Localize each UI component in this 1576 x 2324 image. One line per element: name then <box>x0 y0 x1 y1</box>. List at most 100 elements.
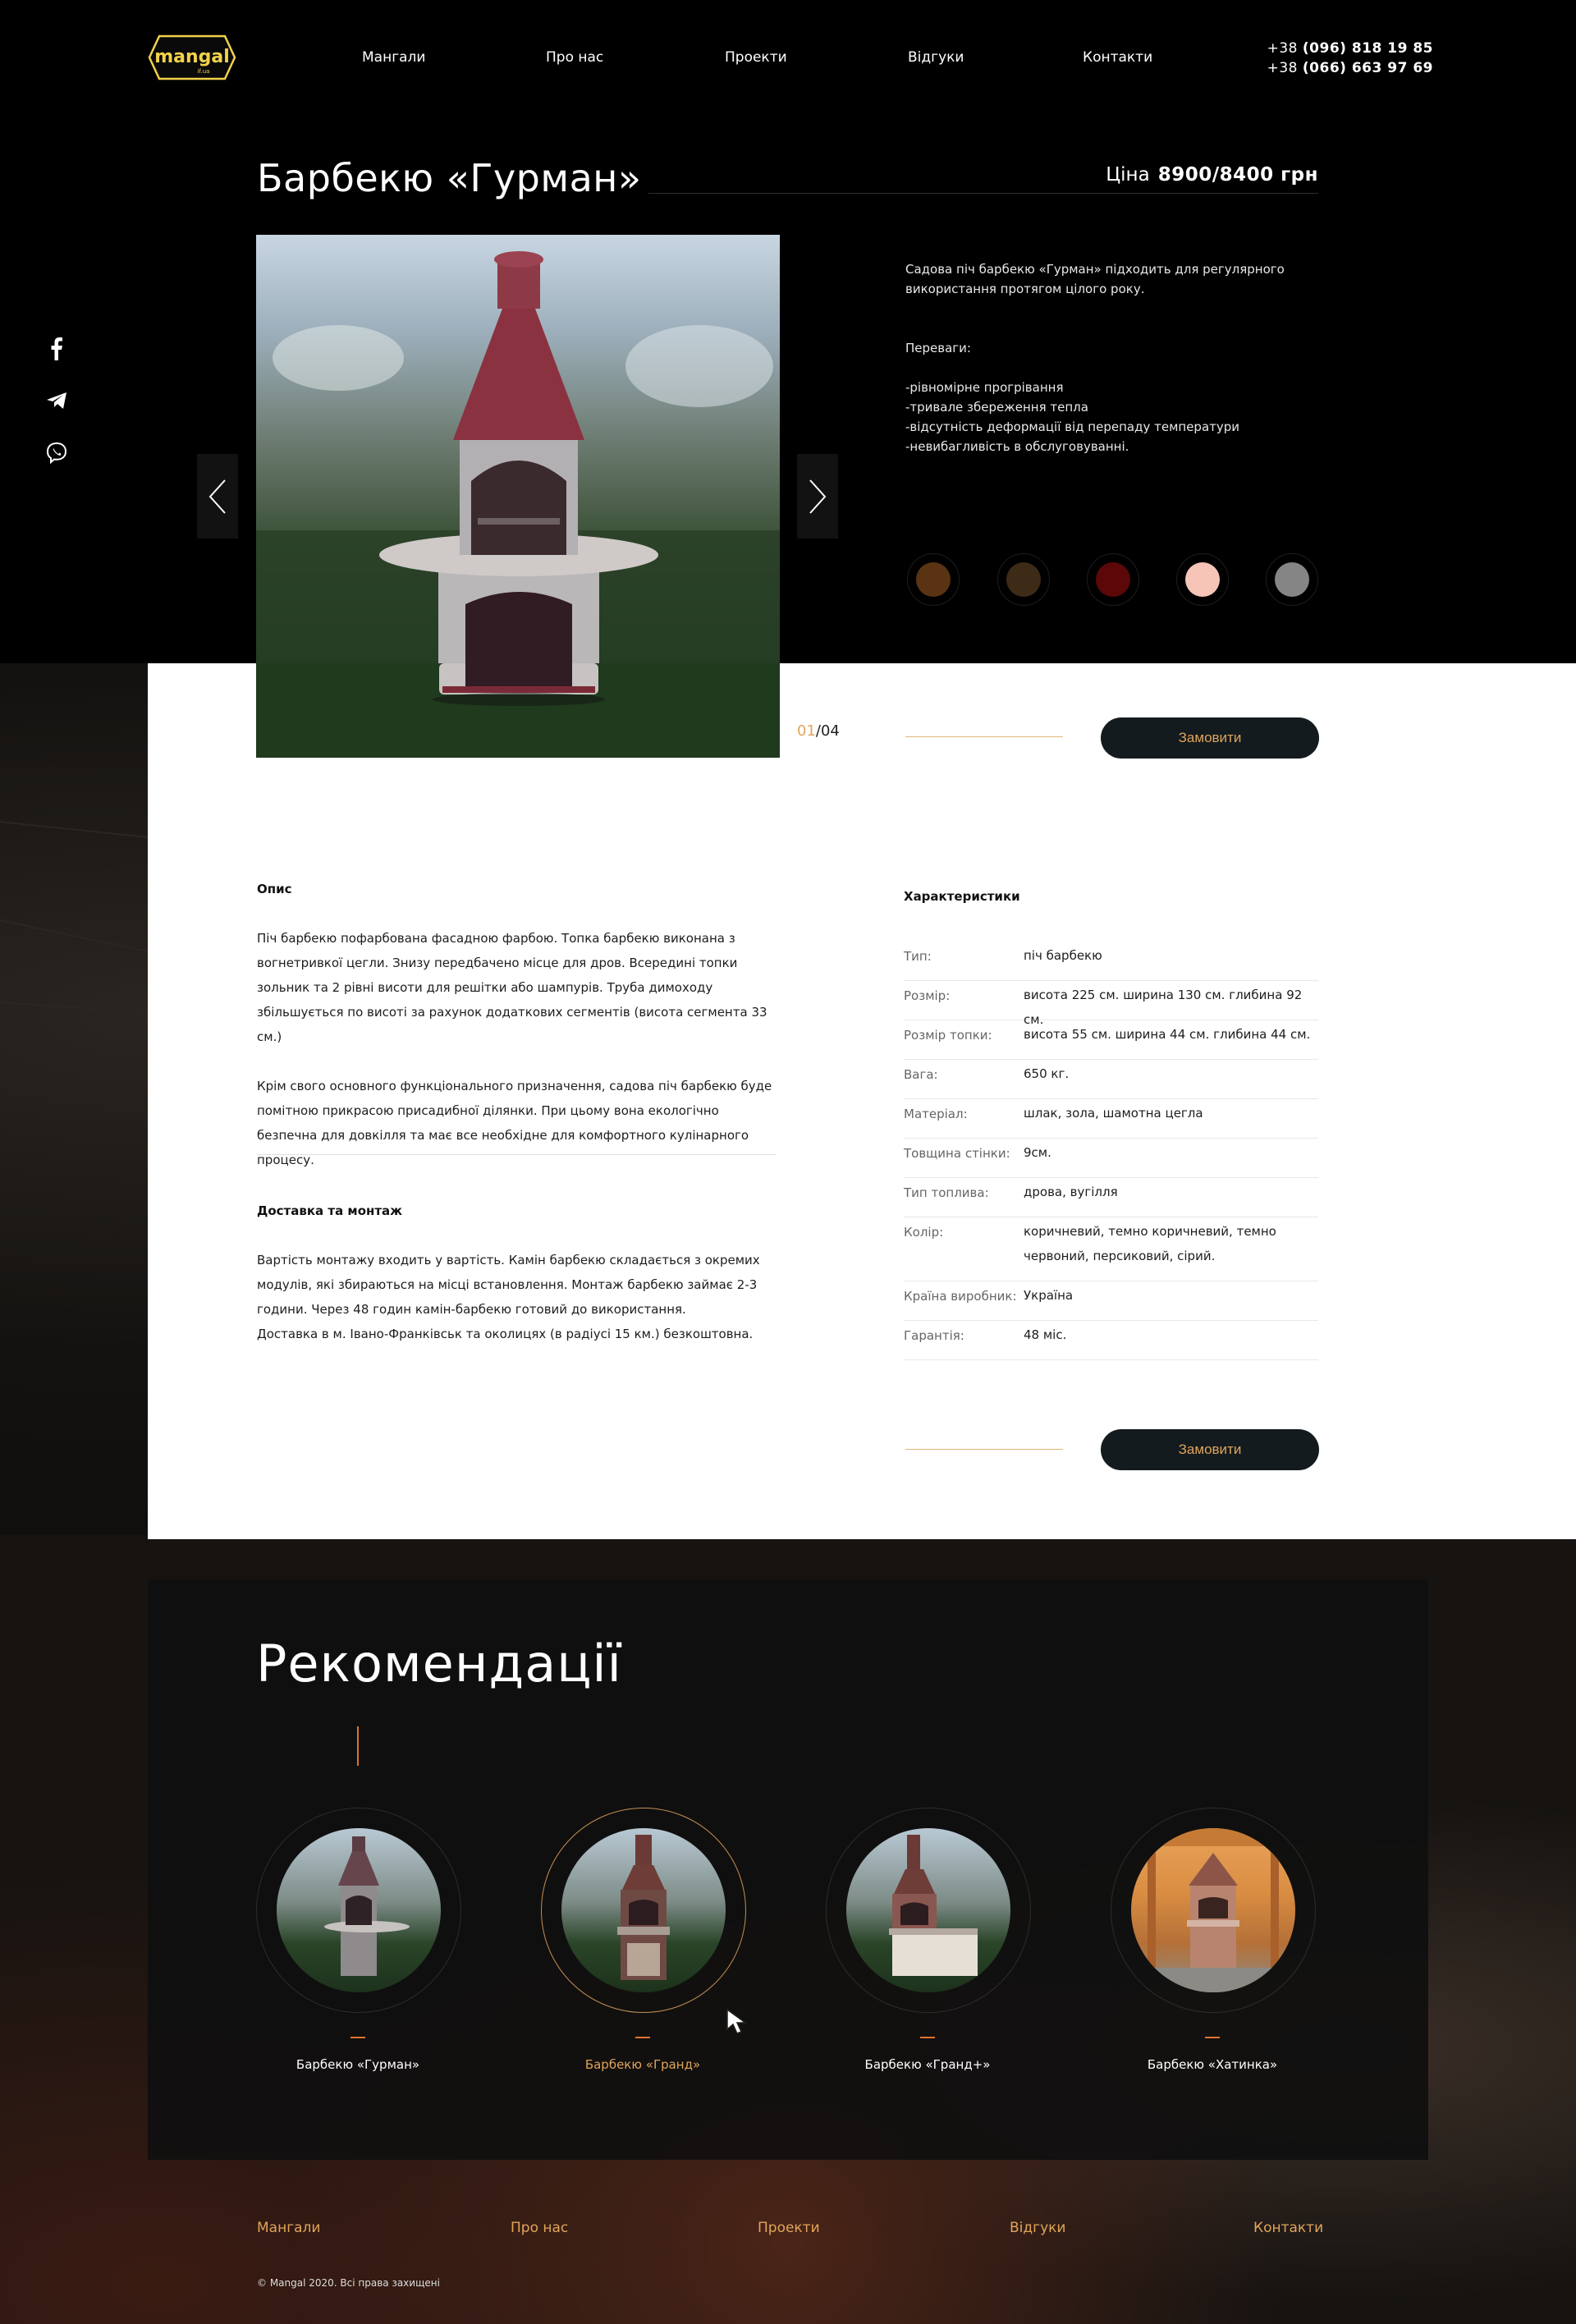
recommendation-image <box>277 1828 441 1992</box>
spec-value: шлак, зола, шамотна цегла <box>1024 1106 1203 1121</box>
recommendation-label[interactable]: Барбекю «Гурман» <box>255 2057 460 2072</box>
facebook-icon[interactable] <box>44 337 69 361</box>
spec-row: Розмір: висота 225 см. ширина 130 см. гли… <box>904 988 1318 1027</box>
price-label: Ціна <box>1106 164 1150 186</box>
spec-value: 48 міс. <box>1024 1327 1067 1342</box>
order-button-top[interactable]: Замовити <box>1101 717 1319 759</box>
recommendation-dash <box>1205 2037 1220 2038</box>
divider <box>257 1154 776 1155</box>
recommendations-title: Рекомендації <box>256 1634 622 1694</box>
swatch-fill <box>1006 562 1041 597</box>
spec-key: Товщина стінки: <box>904 1146 1010 1161</box>
slide-current: 01 <box>797 722 816 740</box>
description-paragraph: Крім свого основного функціонального при… <box>257 1079 772 1167</box>
advantage-item: -невибагливість в обслуговуванні. <box>905 439 1129 454</box>
swatch-fill <box>1275 562 1309 597</box>
spec-row: Тип топлива: дрова, вугілля <box>904 1185 1318 1217</box>
spec-value: дрова, вугілля <box>1024 1185 1118 1199</box>
delivery-paragraph: Вартість монтажу входить у вартість. Кам… <box>257 1253 760 1317</box>
description-title: Опис <box>257 882 292 896</box>
spec-row: Вага: 650 кг. <box>904 1066 1318 1099</box>
recommendation-dash <box>920 2037 935 2038</box>
spec-key: Розмір: <box>904 988 951 1003</box>
chevron-left-icon <box>208 479 226 514</box>
nav-item-contacts[interactable]: Контакти <box>1083 49 1152 66</box>
delivery-title: Доставка та монтаж <box>257 1203 403 1218</box>
slide-counter: 01/04 <box>797 722 840 740</box>
phone-1[interactable]: +38 (096) 818 19 85 <box>1267 39 1433 58</box>
spec-value: коричневий, темно коричневий, темно черв… <box>1024 1224 1276 1263</box>
slider-next-button[interactable] <box>797 454 838 539</box>
color-swatch[interactable] <box>997 553 1050 606</box>
recommendation-card-grand-plus[interactable] <box>826 1808 1031 2013</box>
copyright: © Mangal 2020. Всі права захищені <box>257 2277 440 2289</box>
product-intro: Садова піч барбекю «Гурман» підходить дл… <box>905 259 1291 456</box>
accent-line <box>357 1726 359 1766</box>
description-paragraph: Піч барбекю пофарбована фасадною фарбою.… <box>257 931 767 1044</box>
color-swatch[interactable] <box>1266 553 1318 606</box>
recommendation-image <box>1131 1828 1295 1992</box>
spec-row: Гарантія: 48 міс. <box>904 1327 1318 1360</box>
swatch-fill <box>1185 562 1220 597</box>
spec-key: Гарантія: <box>904 1328 964 1343</box>
viber-icon[interactable] <box>44 441 69 465</box>
recommendation-image <box>846 1828 1010 1992</box>
recommendation-image <box>561 1828 726 1992</box>
hero-background <box>0 0 1576 663</box>
spec-row: Країна виробник: Україна <box>904 1288 1318 1321</box>
delivery-paragraph: Доставка в м. Івано-Франківськ та околиц… <box>257 1327 754 1341</box>
spec-key: Вага: <box>904 1067 938 1082</box>
phone-block: +38 (096) 818 19 85 +38 (066) 663 97 69 <box>1267 39 1433 78</box>
logo-subtext: if.ua <box>198 68 210 75</box>
footer-link-contacts[interactable]: Контакти <box>1253 2220 1323 2236</box>
spec-row: Тип: піч барбекю <box>904 948 1318 981</box>
spec-key: Матеріал: <box>904 1107 968 1121</box>
recommendation-label[interactable]: Барбекю «Гранд+» <box>825 2057 1030 2072</box>
product-price: Ціна 8900/8400 грн <box>1106 164 1318 186</box>
color-swatch[interactable] <box>1176 553 1229 606</box>
nav-item-mangals[interactable]: Мангали <box>362 49 425 66</box>
delivery-text: Вартість монтажу входить у вартість. Кам… <box>257 1248 782 1346</box>
slider-prev-button[interactable] <box>197 454 238 539</box>
footer-link-about[interactable]: Про нас <box>511 2220 568 2236</box>
recommendation-label[interactable]: Барбекю «Гранд» <box>540 2057 745 2072</box>
footer-link-reviews[interactable]: Відгуки <box>1010 2220 1065 2236</box>
advantage-item: -відсутність деформації від перепаду тем… <box>905 419 1240 434</box>
phone-prefix: +38 <box>1267 60 1303 76</box>
phone-2[interactable]: +38 (066) 663 97 69 <box>1267 58 1433 78</box>
recommendation-label[interactable]: Барбекю «Хатинка» <box>1110 2057 1315 2072</box>
nav-item-reviews[interactable]: Відгуки <box>908 49 964 66</box>
phone-prefix: +38 <box>1267 40 1303 57</box>
spec-key: Тип топлива: <box>904 1185 989 1200</box>
recommendation-card-gurman[interactable] <box>256 1808 461 2013</box>
chevron-right-icon <box>809 479 827 514</box>
spec-value: піч барбекю <box>1024 948 1102 963</box>
spec-row: Товщина стінки: 9см. <box>904 1145 1318 1178</box>
footer-link-projects[interactable]: Проекти <box>758 2220 820 2236</box>
swatch-fill <box>916 562 951 597</box>
color-swatch[interactable] <box>1087 553 1139 606</box>
recommendation-card-khatynka[interactable] <box>1111 1808 1316 2013</box>
phone-number: (066) 663 97 69 <box>1302 60 1433 76</box>
telegram-icon[interactable] <box>44 388 69 413</box>
spec-row: Матеріал: шлак, зола, шамотна цегла <box>904 1106 1318 1139</box>
phone-number: (096) 818 19 85 <box>1302 40 1433 57</box>
recommendation-card-grand[interactable] <box>541 1808 746 2013</box>
footer-link-mangals[interactable]: Мангали <box>257 2220 320 2236</box>
color-swatch[interactable] <box>907 553 960 606</box>
product-title: Барбекю «Гурман» <box>257 156 642 200</box>
slide-total: /04 <box>815 722 840 740</box>
advantage-item: -тривале збереження тепла <box>905 400 1088 415</box>
nav-item-about[interactable]: Про нас <box>546 49 603 66</box>
spec-value: 9см. <box>1024 1145 1051 1160</box>
nav-item-projects[interactable]: Проекти <box>725 49 787 66</box>
intro-text: Садова піч барбекю «Гурман» підходить дл… <box>905 262 1285 296</box>
site-logo[interactable]: mangal if.ua <box>148 34 236 80</box>
recommendation-dash <box>635 2037 650 2038</box>
decor-line <box>905 736 1063 737</box>
order-button-bottom[interactable]: Замовити <box>1101 1429 1319 1470</box>
specs-title: Характеристики <box>904 889 1020 904</box>
price-value: 8900/8400 грн <box>1157 164 1318 186</box>
spec-key: Країна виробник: <box>904 1289 1017 1304</box>
spec-value: Україна <box>1024 1288 1074 1303</box>
